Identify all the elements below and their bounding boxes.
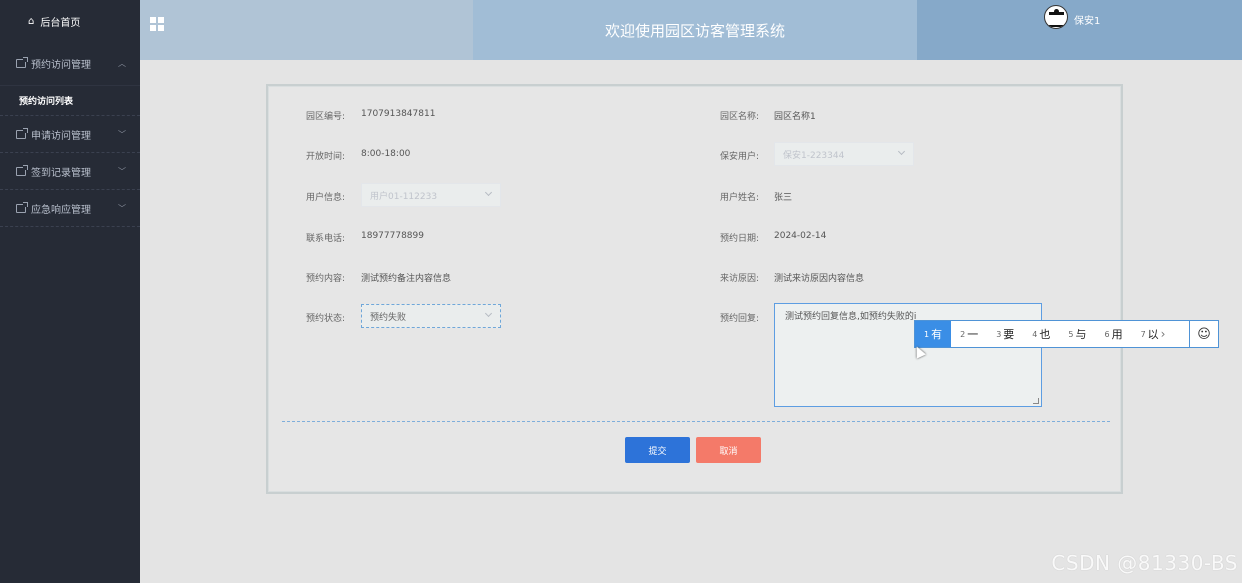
status-value: 预约失败	[370, 312, 407, 323]
watermark: CSDN @81330-BS	[1051, 551, 1238, 575]
sidebar-home[interactable]: ⌂ 后台首页	[0, 0, 140, 42]
chevron-down-icon: ﹀	[118, 129, 126, 139]
sidebar-group-signin[interactable]: 签到记录管理 ﹀	[0, 153, 140, 190]
sidebar-group-emergency[interactable]: 应急响应管理 ﹀	[0, 190, 140, 227]
avatar[interactable]	[1044, 5, 1068, 29]
sidebar-home-label: 后台首页	[40, 17, 81, 29]
sidebar-group-label: 签到记录管理	[31, 167, 91, 179]
status-label: 预约状态:	[305, 314, 345, 324]
open-time-label: 开放时间:	[305, 152, 345, 162]
form-divider	[282, 421, 1110, 422]
park-no-label: 园区编号:	[305, 112, 345, 122]
date-label: 预约日期:	[719, 234, 759, 244]
header-right: 保安1	[917, 0, 1242, 60]
user-info-select[interactable]: 用户01-112233	[361, 183, 501, 207]
header-title: 欢迎使用园区访客管理系统	[473, 0, 917, 60]
sidebar-group-label: 预约访问管理	[31, 60, 91, 71]
content-label: 预约内容:	[305, 274, 345, 284]
chevron-down-icon	[484, 188, 493, 197]
guard-user-value: 保安1-223344	[783, 150, 845, 161]
username[interactable]: 保安1	[1074, 12, 1100, 27]
top-header: 欢迎使用园区访客管理系统 保安1	[140, 0, 1242, 60]
date-value: 2024-02-14	[774, 231, 827, 241]
sidebar-item-appointment-list[interactable]: 预约访问列表	[0, 86, 140, 116]
submit-button[interactable]: 提交	[625, 437, 690, 463]
sidebar-group-label: 申请访问管理	[31, 130, 91, 142]
appointment-form: 园区编号: 1707913847811 园区名称: 园区名称1 开放时间: 8:…	[266, 84, 1123, 494]
content-value: 测试预约备注内容信息	[361, 274, 452, 284]
sidebar-group-label: 应急响应管理	[31, 204, 91, 216]
ime-candidate[interactable]: 7以	[1132, 321, 1161, 347]
ime-candidate[interactable]: 4也	[1023, 321, 1059, 347]
park-no-value: 1707913847811	[361, 109, 436, 119]
emoji-icon[interactable]: ☺	[1189, 321, 1218, 347]
guard-user-label: 保安用户:	[719, 152, 759, 162]
status-select[interactable]: 预约失败	[361, 304, 501, 328]
ime-candidate[interactable]: 5与	[1059, 321, 1095, 347]
chevron-down-icon: ﹀	[118, 203, 126, 213]
user-info-value: 用户01-112233	[370, 191, 438, 202]
ime-candidate[interactable]: 1有	[915, 321, 952, 347]
reply-label: 预约回复:	[719, 314, 759, 324]
resize-handle-icon[interactable]	[1033, 398, 1039, 404]
park-name-label: 园区名称:	[719, 112, 759, 122]
edit-icon	[16, 164, 28, 176]
chevron-down-icon	[897, 147, 906, 156]
ime-candidate[interactable]: 3要	[987, 321, 1023, 347]
chevron-right-icon[interactable]: ›	[1161, 327, 1173, 341]
cancel-button[interactable]: 取消	[696, 437, 761, 463]
chevron-up-icon: ︿	[118, 59, 126, 68]
ime-candidate[interactable]: 2一	[951, 321, 987, 347]
user-name-label: 用户姓名:	[719, 193, 759, 203]
reply-text: 测试预约回复信息,如预约失败的i	[785, 312, 917, 322]
user-name-value: 张三	[774, 193, 793, 203]
reason-label: 来访原因:	[719, 274, 759, 284]
guard-user-select[interactable]: 保安1-223344	[774, 142, 914, 166]
sidebar-group-appointment[interactable]: 预约访问管理 ︿	[0, 42, 140, 86]
reason-value: 测试来访原因内容信息	[774, 274, 865, 284]
chevron-down-icon	[484, 309, 493, 318]
header-left	[140, 0, 473, 60]
home-icon: ⌂	[28, 15, 35, 27]
user-info-label: 用户信息:	[305, 193, 345, 203]
grid-menu-icon[interactable]	[150, 17, 164, 31]
sidebar-group-apply[interactable]: 申请访问管理 ﹀	[0, 116, 140, 153]
reply-textarea[interactable]: 测试预约回复信息,如预约失败的i	[774, 303, 1042, 407]
phone-label: 联系电话:	[305, 234, 345, 244]
ime-candidate[interactable]: 6用	[1095, 321, 1131, 347]
edit-icon	[16, 201, 28, 213]
phone-value: 18977778899	[361, 231, 424, 241]
ime-candidate-bar: 1有 2一 3要 4也 5与 6用 7以 › ☺	[914, 320, 1219, 348]
edit-icon	[16, 57, 28, 68]
open-time-value: 8:00-18:00	[361, 149, 411, 159]
edit-icon	[16, 127, 28, 139]
park-name-value: 园区名称1	[774, 112, 816, 122]
sidebar: ⌂ 后台首页 预约访问管理 ︿ 预约访问列表 申请访问管理 ﹀ 签到记录管理 ﹀…	[0, 0, 140, 583]
chevron-down-icon: ﹀	[118, 166, 126, 176]
